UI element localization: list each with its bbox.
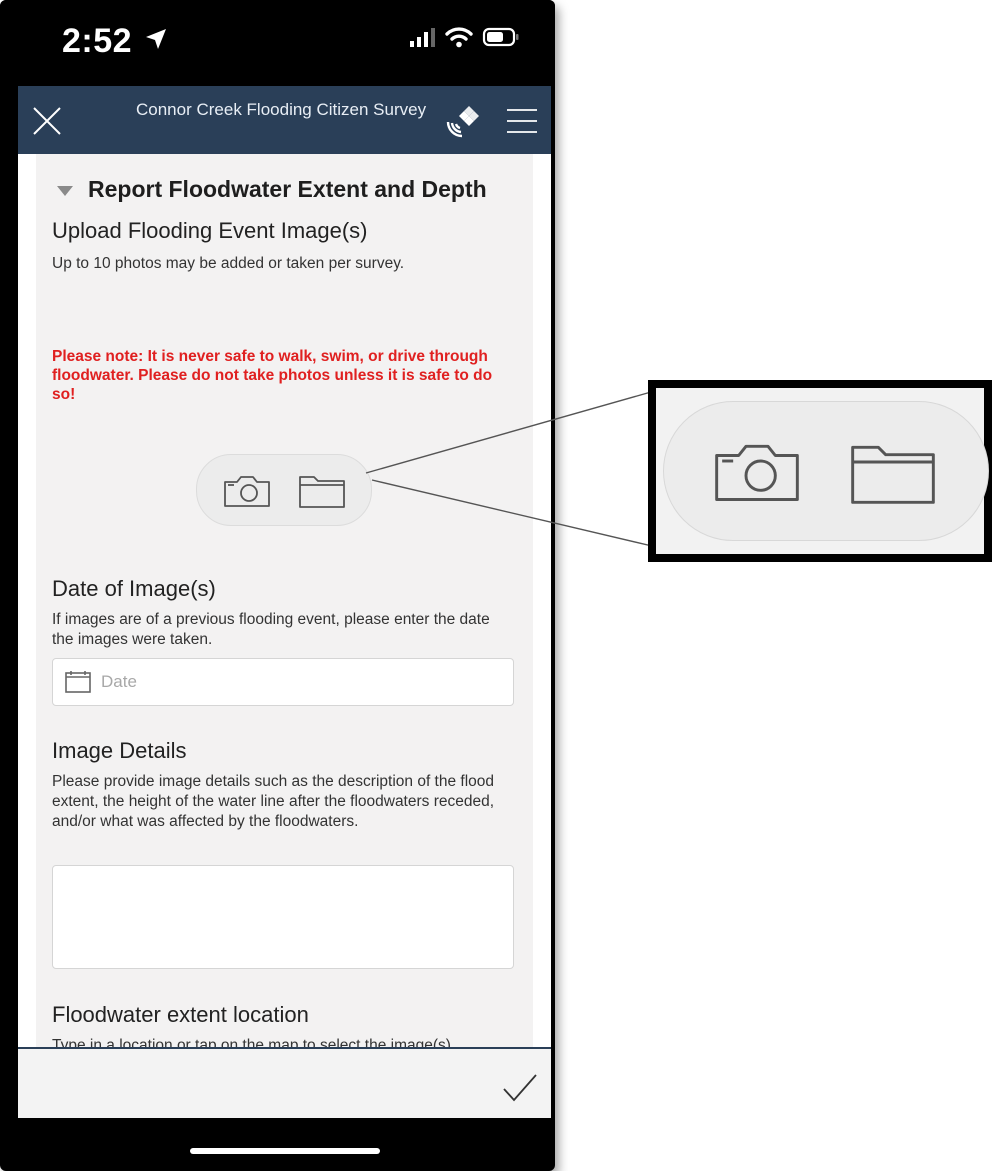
zoom-callout-inner	[656, 388, 989, 554]
zoomed-image-source-pill	[663, 401, 989, 541]
callout-leader-lines	[365, 391, 653, 547]
camera-icon	[715, 444, 799, 501]
folder-icon	[851, 445, 935, 504]
zoom-callout	[648, 380, 992, 562]
